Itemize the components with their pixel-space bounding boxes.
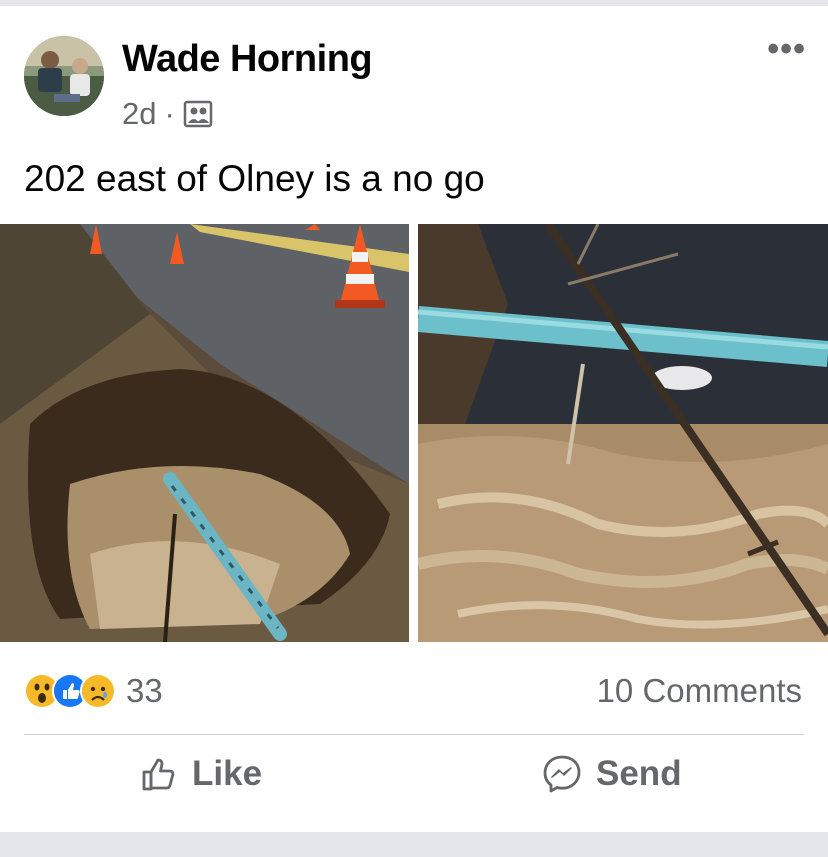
like-button[interactable]: Like (140, 754, 262, 794)
meta-separator: · (164, 96, 175, 131)
post-card: Wade Horning 2d · ••• 202 east of Olney … (0, 6, 828, 832)
reaction-count: 33 (126, 672, 163, 709)
friends-icon[interactable] (183, 99, 213, 129)
send-button-label: Send (596, 754, 682, 793)
reaction-summary[interactable]: 33 (24, 672, 163, 710)
author-avatar[interactable] (24, 36, 104, 116)
footer-divider (24, 734, 804, 735)
comments-count-link[interactable]: 10 Comments (597, 672, 802, 710)
post-photo-sinkhole[interactable] (0, 224, 409, 642)
post-text: 202 east of Olney is a no go (24, 158, 485, 199)
author-name[interactable]: Wade Horning (122, 38, 373, 81)
like-button-label: Like (192, 754, 263, 793)
post-meta: 2d · (122, 96, 213, 132)
more-options-button[interactable]: ••• (767, 30, 806, 69)
messenger-icon (543, 755, 581, 793)
sad-reaction-icon (80, 673, 116, 709)
post-photo-floodwater[interactable] (418, 224, 828, 642)
thumbs-up-icon (142, 758, 175, 791)
post-timestamp[interactable]: 2d (122, 96, 156, 132)
send-button[interactable]: Send (542, 754, 682, 794)
